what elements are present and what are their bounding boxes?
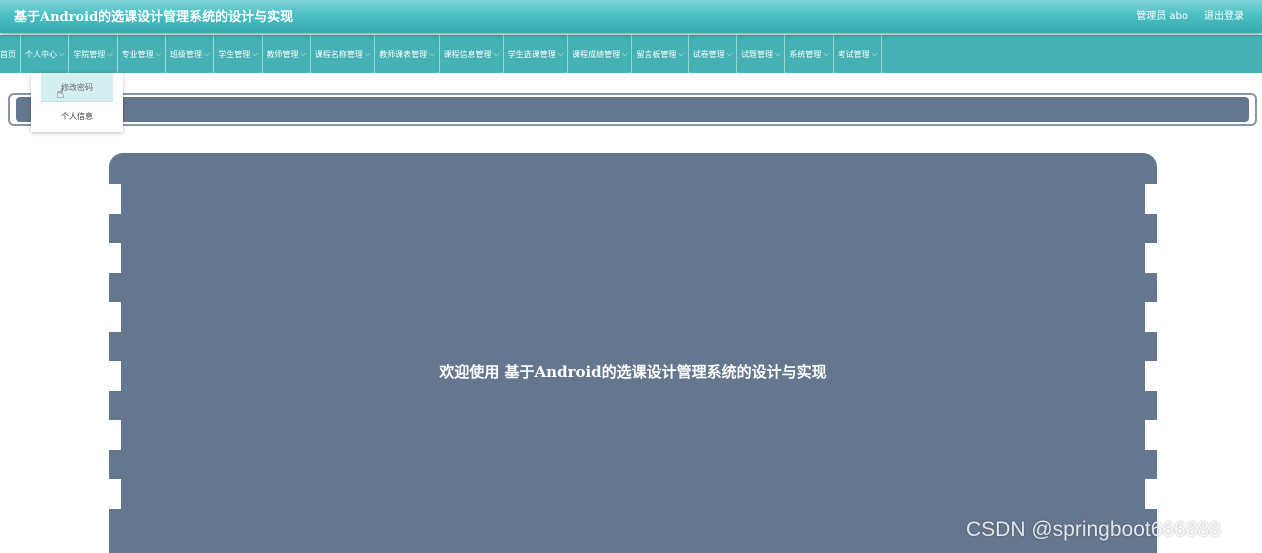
nav-item-system[interactable]: 系统管理 ⌵: [785, 35, 834, 73]
chevron-down-icon: ⌵: [429, 49, 435, 58]
nav-item-label: 系统管理: [789, 49, 822, 59]
nav-item-label: 课程名称管理: [314, 49, 363, 59]
nav-item-student[interactable]: 学生管理 ⌵: [214, 35, 263, 73]
logout-link[interactable]: 退出登录: [1204, 7, 1244, 22]
chevron-down-icon: ⌵: [59, 49, 65, 58]
watermark: CSDN @springboot666888: [966, 518, 1221, 541]
panel-notch: [109, 243, 121, 273]
nav-item-label: 留言板管理: [636, 49, 677, 59]
nav-item-message-board[interactable]: 留言板管理 ⌵: [632, 35, 689, 73]
dropdown-item-personal-info[interactable]: 个人信息: [31, 102, 123, 131]
nav-item-exam-paper[interactable]: 试卷管理 ⌵: [689, 35, 738, 73]
nav-item-exam[interactable]: 考试管理 ⌵: [834, 35, 882, 73]
nav-item-course-selection[interactable]: 学生选课管理 ⌵: [504, 35, 569, 73]
nav-item-label: 试题管理: [741, 49, 774, 59]
dropdown-item-change-password[interactable]: 修改密码: [41, 73, 113, 102]
nav-item-personal-center[interactable]: 个人中心 ⌵: [21, 35, 70, 73]
nav-item-label: 课程成绩管理: [572, 49, 621, 59]
chevron-down-icon: ⌵: [252, 49, 258, 58]
nav-item-label: 班级管理: [169, 49, 202, 59]
chevron-down-icon: ⌵: [300, 49, 306, 58]
nav-item-label: 首页: [0, 49, 16, 59]
panel-notch: [1145, 302, 1157, 332]
current-user: 管理员 abo: [1136, 11, 1188, 22]
welcome-panel: 欢迎使用 基于Android的选课设计管理系统的设计与实现: [109, 153, 1157, 553]
chevron-down-icon: ⌵: [678, 49, 684, 58]
app-title: 基于Android的选课设计管理系统的设计与实现: [14, 10, 294, 25]
panel-notch: [109, 420, 121, 450]
nav-item-course-name[interactable]: 课程名称管理 ⌵: [311, 35, 376, 73]
breadcrumb-fill: [16, 97, 1249, 122]
nav-item-teacher-schedule[interactable]: 教师课表管理 ⌵: [375, 35, 440, 73]
chevron-down-icon: ⌵: [823, 49, 829, 58]
nav-item-label: 个人中心: [25, 49, 57, 59]
nav-item-course-grades[interactable]: 课程成绩管理 ⌵: [568, 35, 633, 73]
nav-item-questions[interactable]: 试题管理 ⌵: [737, 35, 786, 73]
panel-notch: [109, 302, 121, 332]
breadcrumb: [8, 93, 1257, 126]
chevron-down-icon: ⌵: [775, 49, 781, 58]
nav-item-label: 学生管理: [218, 49, 251, 59]
nav-item-label: 试卷管理: [692, 49, 725, 59]
chevron-down-icon: ⌵: [364, 49, 371, 58]
chevron-down-icon: ⌵: [155, 49, 161, 58]
panel-notch: [1145, 479, 1157, 509]
nav-item-label: 教师管理: [266, 49, 299, 59]
panel-notch: [1145, 420, 1157, 450]
main-nav: 首页 个人中心 ⌵ 学院管理 ⌵ 专业管理 ⌵ 班级管理 ⌵ 学生管理 ⌵ 教师管理 ⌵ 课…: [0, 35, 1262, 73]
welcome-message: 欢迎使用 基于Android的选课设计管理系统的设计与实现: [439, 363, 827, 381]
nav-item-home[interactable]: 首页: [0, 35, 21, 73]
chevron-down-icon: ⌵: [557, 49, 564, 58]
panel-notch: [1145, 243, 1157, 273]
nav-item-label: 专业管理: [121, 49, 154, 59]
hand-cursor-icon: ☝: [56, 86, 65, 102]
nav-item-label: 学院管理: [73, 49, 106, 59]
nav-item-major[interactable]: 专业管理 ⌵: [118, 35, 166, 73]
chevron-down-icon: ⌵: [107, 49, 113, 58]
panel-notch: [1145, 184, 1157, 214]
chevron-down-icon: ⌵: [203, 49, 210, 58]
nav-item-college[interactable]: 学院管理 ⌵: [69, 35, 118, 73]
nav-item-class[interactable]: 班级管理 ⌵: [166, 35, 215, 73]
nav-item-course-info[interactable]: 课程信息管理 ⌵: [440, 35, 504, 73]
nav-item-label: 考试管理: [837, 49, 870, 59]
nav-item-label: 学生选课管理: [507, 49, 556, 59]
top-header: 基于Android的选课设计管理系统的设计与实现 管理员 abo 退出登录: [0, 0, 1262, 33]
chevron-down-icon: ⌵: [622, 49, 628, 58]
nav-item-label: 课程信息管理: [443, 49, 492, 59]
nav-item-teacher[interactable]: 教师管理 ⌵: [263, 35, 311, 73]
chevron-down-icon: ⌵: [493, 49, 499, 58]
chevron-down-icon: ⌵: [871, 49, 877, 58]
panel-notch: [109, 479, 121, 509]
user-area: 管理员 abo 退出登录: [1136, 7, 1244, 22]
personal-center-dropdown: 修改密码 个人信息: [31, 73, 123, 132]
nav-item-label: 教师课表管理: [379, 49, 428, 59]
chevron-down-icon: ⌵: [726, 49, 733, 58]
panel-notch: [109, 184, 121, 214]
